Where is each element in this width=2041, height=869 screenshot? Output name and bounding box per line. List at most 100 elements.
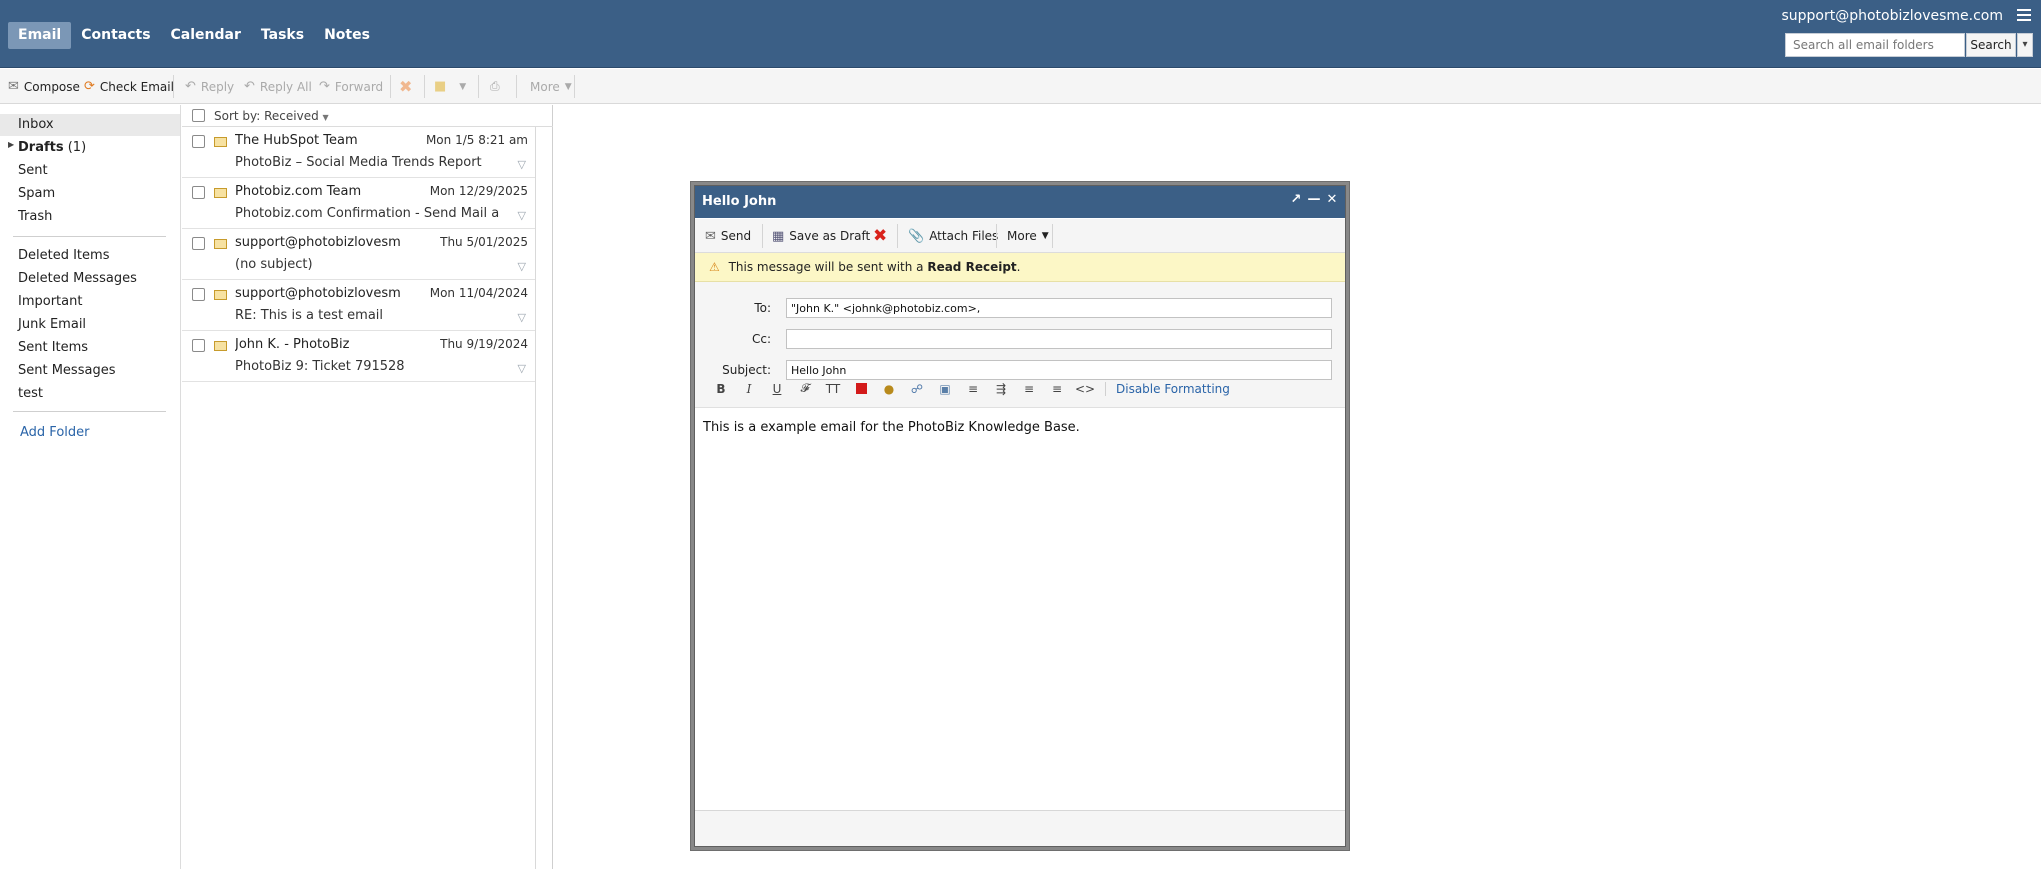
- reply-button[interactable]: ↶ Reply: [185, 69, 234, 104]
- message-row[interactable]: Photobiz.com Team Mon 12/29/2025 Photobi…: [182, 178, 536, 229]
- folder-deleted-items[interactable]: Deleted Items: [18, 248, 109, 263]
- compose-toolbar: ✉ Send ▦ Save as Draft ✖ 📎 Attach Files …: [695, 219, 1345, 253]
- sort-dropdown[interactable]: Sort by: Received ▼: [214, 109, 329, 123]
- compose-panel: Hello John ↗ — ✕ ✉ Send ▦ Save as Draft …: [694, 185, 1346, 847]
- reply-label: Reply: [200, 79, 235, 94]
- message-checkbox[interactable]: [192, 339, 205, 352]
- message-date: Thu 9/19/2024: [440, 337, 528, 351]
- nav-notes[interactable]: Notes: [314, 22, 380, 49]
- attach-files-label: Attach Files: [929, 229, 999, 243]
- reply-all-icon: ↶: [244, 79, 255, 94]
- move-folder-button[interactable]: ■ ▼: [434, 69, 466, 104]
- cc-field[interactable]: [786, 329, 1332, 349]
- disable-formatting-link[interactable]: Disable Formatting: [1105, 381, 1230, 396]
- folder-drafts[interactable]: Drafts (1): [18, 140, 86, 155]
- top-bar: Email Contacts Calendar Tasks Notes supp…: [0, 0, 2041, 68]
- font-size-icon[interactable]: TT: [819, 377, 847, 401]
- bold-icon[interactable]: B: [707, 377, 735, 401]
- divider: [13, 411, 166, 412]
- message-row[interactable]: support@photobizlovesme.... Thu 5/01/202…: [182, 229, 536, 280]
- compose-more-button[interactable]: More ▼: [1007, 219, 1049, 253]
- bullet-list-icon[interactable]: ≡: [1015, 377, 1043, 401]
- delete-icon[interactable]: ✖: [399, 69, 412, 104]
- notice-read-receipt: Read Receipt: [927, 260, 1017, 274]
- flag-icon[interactable]: ▽: [518, 209, 526, 222]
- message-checkbox[interactable]: [192, 135, 205, 148]
- numbered-list-icon[interactable]: ≡: [1043, 377, 1071, 401]
- folder-sent-messages[interactable]: Sent Messages: [18, 363, 115, 378]
- print-icon[interactable]: ⎙: [490, 69, 500, 104]
- align-icon[interactable]: ≡: [959, 377, 987, 401]
- flag-icon[interactable]: ▽: [518, 158, 526, 171]
- search-button[interactable]: Search: [1966, 33, 2016, 57]
- save-draft-button[interactable]: ▦ Save as Draft: [772, 219, 870, 253]
- underline-icon[interactable]: U: [763, 377, 791, 401]
- toolbar-divider: [1052, 224, 1053, 248]
- folder-icon: ■: [434, 79, 447, 94]
- folder-sent-items[interactable]: Sent Items: [18, 340, 88, 355]
- popout-icon[interactable]: ↗: [1289, 192, 1303, 207]
- image-icon[interactable]: ▣: [931, 377, 959, 401]
- to-label: To:: [754, 301, 771, 315]
- nav-calendar[interactable]: Calendar: [161, 22, 251, 49]
- message-body-editor[interactable]: This is a example email for the PhotoBiz…: [695, 409, 1345, 791]
- minimize-icon[interactable]: —: [1307, 192, 1321, 207]
- message-checkbox[interactable]: [192, 237, 205, 250]
- nav-tasks[interactable]: Tasks: [251, 22, 314, 49]
- search-options-chevron-icon[interactable]: ▾: [2017, 33, 2033, 57]
- nav-contacts[interactable]: Contacts: [71, 22, 160, 49]
- reply-all-button[interactable]: ↶ Reply All: [244, 69, 312, 104]
- italic-icon[interactable]: I: [735, 377, 763, 401]
- compose-title-bar[interactable]: Hello John ↗ — ✕: [695, 186, 1345, 218]
- message-row[interactable]: John K. - PhotoBiz Thu 9/19/2024 PhotoBi…: [182, 331, 536, 382]
- highlight-color-icon[interactable]: ●: [875, 377, 903, 401]
- code-view-icon[interactable]: <>: [1071, 377, 1099, 401]
- message-checkbox[interactable]: [192, 288, 205, 301]
- sort-bar: Sort by: Received ▼: [182, 105, 553, 127]
- message-row[interactable]: support@photobizlovesme.... Mon 11/04/20…: [182, 280, 536, 331]
- check-email-button[interactable]: ⟳ Check Email: [84, 69, 174, 104]
- to-field[interactable]: "John K." <johnk@photobiz.com>,: [786, 298, 1332, 318]
- toolbar-divider: [996, 224, 997, 248]
- message-list-scrollbar[interactable]: [535, 127, 551, 869]
- font-family-icon[interactable]: 𝓕: [791, 377, 819, 401]
- folder-deleted-messages[interactable]: Deleted Messages: [18, 271, 137, 286]
- folder-inbox[interactable]: Inbox: [18, 117, 54, 132]
- message-checkbox[interactable]: [192, 186, 205, 199]
- link-icon[interactable]: ☍: [903, 377, 931, 401]
- folder-test[interactable]: test: [18, 386, 43, 401]
- compose-button[interactable]: ✉ Compose: [8, 69, 80, 104]
- search-input[interactable]: Search all email folders: [1785, 33, 1965, 57]
- send-button[interactable]: ✉ Send: [705, 219, 751, 253]
- attach-files-button[interactable]: 📎 Attach Files: [908, 219, 998, 253]
- folder-spam[interactable]: Spam: [18, 186, 55, 201]
- text-color-icon[interactable]: [847, 377, 875, 401]
- menu-icon[interactable]: [2017, 9, 2031, 21]
- compose-more-label: More: [1007, 229, 1037, 243]
- envelope-open-icon: [214, 137, 227, 147]
- message-row[interactable]: The HubSpot Team Mon 1/5 8:21 am PhotoBi…: [182, 127, 536, 178]
- message-list: Sort by: Received ▼ The HubSpot Team Mon…: [182, 105, 553, 869]
- folder-drafts-label: Drafts: [18, 140, 64, 155]
- folder-sent[interactable]: Sent: [18, 163, 48, 178]
- close-icon[interactable]: ✕: [1325, 192, 1339, 207]
- add-folder-link[interactable]: Add Folder: [20, 425, 89, 440]
- envelope-open-icon: [214, 188, 227, 198]
- indent-icon[interactable]: ⇶: [987, 377, 1015, 401]
- more-button[interactable]: More ▼: [530, 69, 572, 104]
- flag-icon[interactable]: ▽: [518, 311, 526, 324]
- folder-trash[interactable]: Trash: [18, 209, 52, 224]
- folder-important[interactable]: Important: [18, 294, 82, 309]
- discard-icon[interactable]: ✖: [873, 219, 887, 253]
- folder-junk-email[interactable]: Junk Email: [18, 317, 86, 332]
- account-email[interactable]: support@photobizlovesme.com: [1781, 8, 2003, 24]
- nav-email[interactable]: Email: [8, 22, 72, 49]
- forward-button[interactable]: ↷ Forward: [319, 69, 383, 104]
- flag-icon[interactable]: ▽: [518, 362, 526, 375]
- more-label: More: [530, 79, 560, 94]
- flag-icon[interactable]: ▽: [518, 260, 526, 273]
- compose-window: Hello John ↗ — ✕ ✉ Send ▦ Save as Draft …: [690, 181, 1350, 851]
- send-label: Send: [720, 229, 752, 243]
- select-all-checkbox[interactable]: [192, 109, 205, 122]
- expand-arrow-icon[interactable]: ▶: [8, 140, 14, 149]
